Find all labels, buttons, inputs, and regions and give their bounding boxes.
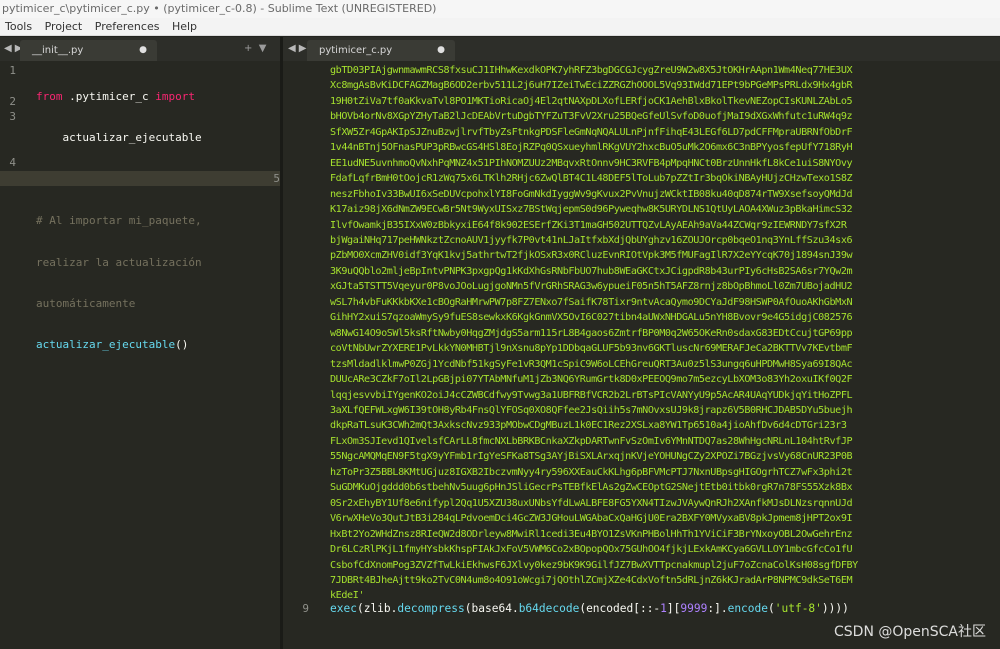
function-call: actualizar_ejecutable	[36, 338, 176, 352]
encoded-string-line: dkpRaTLsuK3CWh2mQt3AxkscNvz933pMObwCDgMB…	[330, 420, 847, 432]
dirty-dot-icon[interactable]: ●	[437, 40, 445, 61]
dirty-dot-icon[interactable]: ●	[139, 40, 147, 61]
pane-menu-icons[interactable]: + ▼	[244, 37, 266, 61]
module-base64: base64	[471, 602, 512, 615]
number-literal: 1	[660, 602, 667, 615]
encoded-string-line: K17aiz98jX6dNmZW9ECwBr5Nt9WyxUISxz7BStWq…	[330, 204, 853, 216]
encoded-string-line: 19H0tZiVa7tf0aKkvaTvl8PO1MKTioRicaOj4El2…	[330, 95, 853, 107]
module-name: .pytimicer_c	[69, 90, 149, 103]
line-number: 3	[9, 110, 16, 124]
window-title: pytimicer_c\pytimicer_c.py • (pytimicer_…	[0, 0, 1000, 18]
line-number: 9	[302, 602, 309, 615]
encode-call: encode	[727, 602, 768, 615]
encoded-string-line: GihHY2xuiS7qzoaWmySy9fuES8sewkxK6KgkGnmV…	[330, 312, 853, 324]
encoded-string-line: coVtNbUwrZYXERE1PvLkkYN0MHBTjl9nXsnu8pYp…	[330, 343, 853, 355]
closing-parens: ))))	[821, 602, 849, 615]
encoded-string-line: wSL7h4vbFuKKkbKXe1cBOgRaHMrwPW7p8FZ7ENxo…	[330, 296, 853, 308]
encoded-string-line: neszFbhoIv33BwUI6xSeDUVcpohxlYI8FoGmNkdI…	[330, 188, 853, 200]
encoded-string-line: EE1udNE5uvnhmoQvNxhPqMNZ4x51PIhNOMZUUz2M…	[330, 157, 853, 169]
decompress-call: decompress	[397, 602, 465, 615]
encoded-string-line: IlvfOwamkjB35IXxW0zBbkyxiE64f8k902ESErfZ…	[330, 219, 847, 231]
encoded-string-line: lqqjesvvbiIYgenKO2oiJ4cCZWBCdfwy9Tvwg3a1…	[330, 389, 853, 401]
line-number: 2	[9, 94, 16, 108]
comment-line: realizar la actualización	[36, 255, 202, 269]
code-area[interactable]: from .pytimicer_c import actualizar_ejec…	[36, 63, 280, 420]
encoded-string-blob[interactable]: gbTD03PIAjgwnmawmRCS8fxsuCJ1IHhwKexdkOPK…	[330, 63, 996, 604]
line-gutter: 1 2 3 4 5	[0, 63, 280, 187]
tab-label: pytimicer_c.py	[319, 45, 393, 56]
line-number	[0, 125, 16, 140]
b64decode-call: b64decode	[518, 602, 580, 615]
encoded-string-line: gbTD03PIAjgwnmawmRCS8fxsuCJ1IHhwKexdkOPK…	[330, 65, 853, 76]
tab-init-py[interactable]: __init__.py ●	[20, 40, 157, 61]
line-number: 4	[9, 156, 16, 170]
import-target: actualizar_ejecutable	[62, 131, 202, 145]
encoded-string-line: 55NgcAMQMqEN9F5tgX9yYFmb1rIgYeSFKa8TSg3A…	[330, 451, 853, 463]
encoded-string-line: SfXW5Zr4GpAKIpSJZnuBzwjlrvfTbyZsFtnkgPDS…	[330, 126, 853, 138]
slice-part: ][	[666, 602, 681, 615]
encoded-string-line: bHOVb4orNv8XGpYZHyTaB2lJcDEAbVrtuDgbTYFZ…	[330, 111, 853, 123]
tab-strip: ◀▶ __init__.py ● + ▼ ◀▶ pytimicer_c.py ●	[0, 37, 1000, 61]
encoded-string-line: V6rwXHeVo3QutJtB3i284qLPdvoemDci4GcZW3JG…	[330, 513, 853, 525]
tab-label: __init__.py	[32, 45, 84, 56]
exec-call: exec	[330, 602, 357, 615]
encoded-string-line: Xc8mgAsBvKiDCFAGZMagB6OD2erbv511L2j6uH7I…	[330, 80, 853, 92]
number-literal: 9999	[680, 602, 708, 615]
encoded-string-line: FdafLqfrBmH0tOojcR1zWq75x6LTKlh2RHjc6ZwQ…	[330, 173, 853, 185]
menu-preferences[interactable]: Preferences	[90, 18, 164, 36]
encoded-string-line: 1v44nBTnj5OFnasPUP3pRBwcGS4HSl8EojRZPq0Q…	[330, 142, 853, 154]
encoded-string-line: 3K9uQQblo2mljeBpIntvPNPK3pxgpQg1kKdXhGsR…	[330, 265, 853, 277]
encoded-string-line: hzToPr3Z5BBL8KMtUGjuz8IGXB2IbczvmNyy4ry5…	[330, 466, 853, 478]
var-encoded: encoded	[586, 602, 634, 615]
encoded-string-line: tzsMldadlklmwP0ZGj1YcdNbf51kgSyFe1vR3QM1…	[330, 358, 853, 370]
menu-help[interactable]: Help	[167, 18, 201, 36]
slice-part: [::-	[633, 602, 661, 615]
encoded-string-line: SuGDMKuOjgddd0b6stbehNv5uug6pHnJSliGecrP…	[330, 482, 853, 494]
encoded-string-line: 3aXLfQEFWLxgW6I39tOH8yRb4FnsQlYFOSq0XO8Q…	[330, 404, 853, 416]
line-number	[0, 140, 16, 155]
encoded-string-line: xGJta5TSTT5Vqeyur0P8voJOoLugjgoNMn5fVrGR…	[330, 281, 853, 293]
keyword-from: from	[36, 90, 63, 103]
menu-bar: Tools Project Preferences Help	[0, 18, 1000, 36]
tab-pytimicer-c-py[interactable]: pytimicer_c.py ●	[307, 40, 455, 61]
encoded-string-line: 7JDBRt4BJheAjtt9ko2TvC0N4um8o4O91oWcgi7j…	[330, 574, 853, 586]
encoded-string-line: bjWgaiNHq717peHWNkztZcnoAUV1jyyfk7P0vt41…	[330, 234, 853, 246]
comment-line: # Al importar mi_paquete,	[36, 214, 202, 228]
comment-line: automáticamente	[36, 296, 136, 310]
call-parens: ()	[175, 338, 189, 352]
encoded-string-line: pZbMO0XcmZHV0idf3YqK1kvj5athrtwT2fjkOSxR…	[330, 250, 853, 262]
line-number: 1	[9, 64, 16, 77]
menu-tools[interactable]: Tools	[0, 18, 36, 36]
encoded-string-line: FLxOm3SJIevd1QIvelsfCArLL8fmcNXLbBRKBCnk…	[330, 435, 853, 447]
slice-part: :].	[707, 602, 728, 615]
watermark: CSDN @OpenSCA社区	[834, 624, 986, 640]
encoded-string-line: w8NwG14O9oSWl5ksRftNwby0HqgZMjdgS5arm115…	[330, 327, 853, 339]
string-literal: 'utf-8'	[774, 602, 822, 615]
line-number	[0, 78, 16, 93]
encoded-string-line: 0Sr2xEhyBY1Uf8e6nifypl2Qq1U5XZU38uxUNbsY…	[330, 497, 853, 509]
exec-line[interactable]: exec(zlib.decompress(base64.b64decode(en…	[330, 602, 849, 615]
menu-project[interactable]: Project	[40, 18, 87, 36]
encoded-string-line: Dr6LCzRlPKjL1fmyHYsbkKhspFIAkJxFoV5VWM6C…	[330, 544, 853, 556]
keyword-import: import	[155, 90, 195, 103]
encoded-string-line: DUUcARe3CZkF7oIl2LpGBjpi07YTAbMNfuM1jZb3…	[330, 374, 853, 386]
encoded-string-line: CsbofCdXnomPog3ZVZfTwLkiEkhwsF6JXlvy0kez…	[330, 559, 858, 571]
module-zlib: zlib	[363, 602, 391, 615]
left-editor-pane[interactable]: 1 2 3 4 5 from .pytimicer_c import actua…	[0, 61, 280, 649]
encoded-string-line: HxBt2Yo2WHdZnsz8RIeQW2d8ODrleyw8MwiRl1ce…	[330, 528, 853, 540]
right-editor-pane[interactable]: gbTD03PIAjgwnmawmRCS8fxsuCJ1IHhwKexdkOPK…	[283, 61, 1000, 649]
